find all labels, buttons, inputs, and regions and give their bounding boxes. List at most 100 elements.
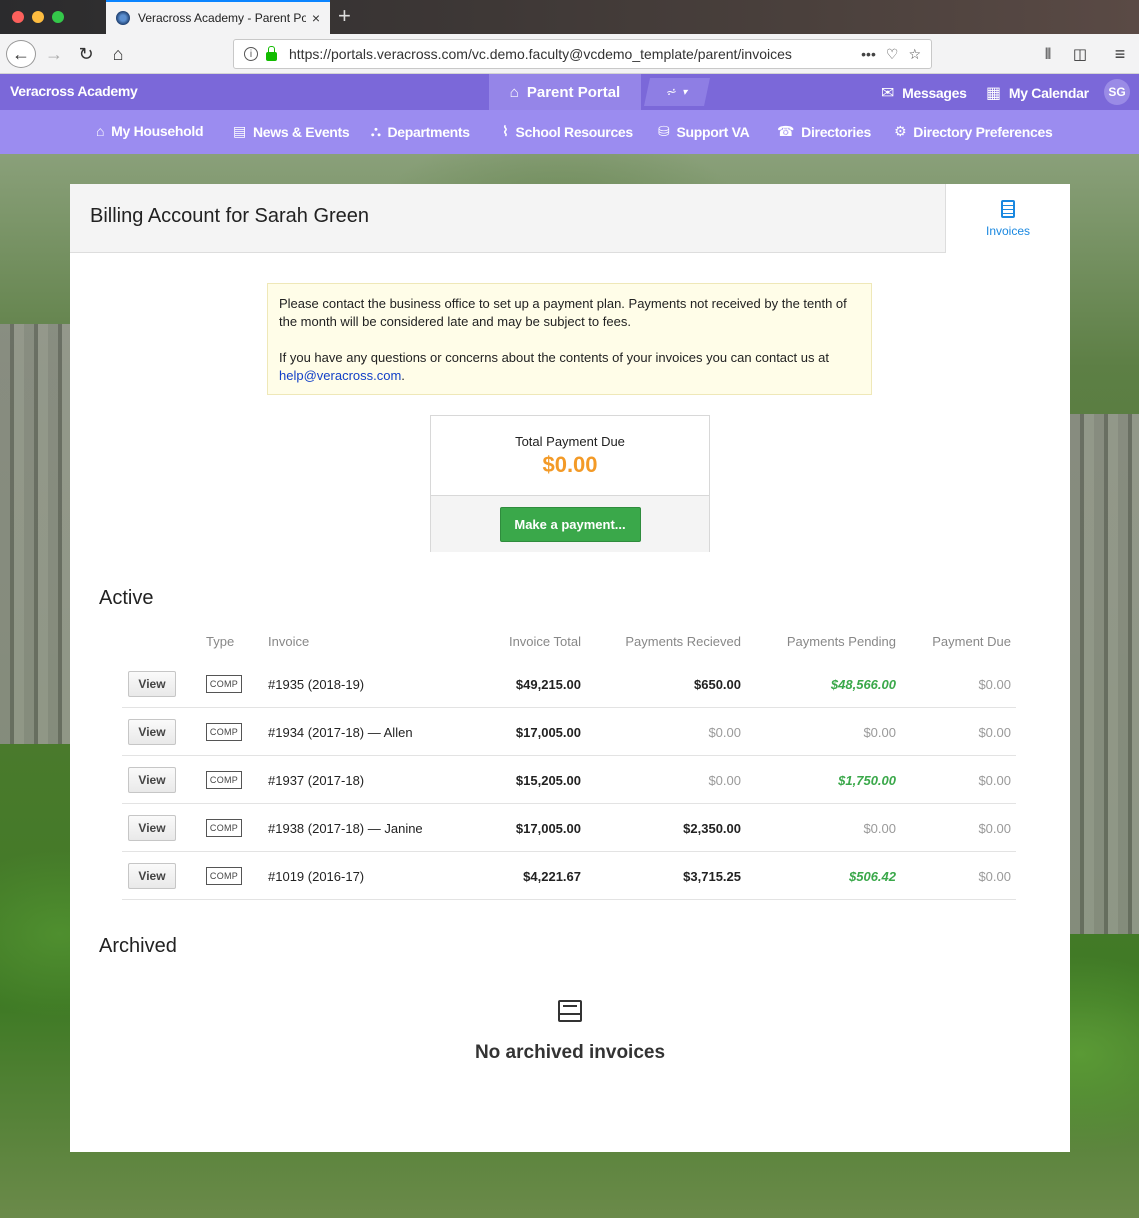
view-invoice-button[interactable]: View: [128, 719, 176, 745]
notice-paragraph-1: Please contact the business office to se…: [279, 296, 847, 329]
envelope-icon: ✉: [881, 85, 895, 102]
payments-pending: $1,750.00: [838, 773, 896, 788]
archived-heading: Archived: [99, 935, 177, 957]
header-payment-due: Payment Due: [932, 634, 1011, 649]
inbox-tray-icon: [558, 1000, 582, 1022]
browser-tab-bar: Veracross Academy - Parent Po × +: [0, 0, 1139, 34]
pocket-icon[interactable]: ♡: [886, 46, 899, 63]
new-tab-icon[interactable]: +: [338, 4, 351, 28]
address-bar[interactable]: i https://portals.veracross.com/vc.demo.…: [233, 39, 932, 69]
info-icon[interactable]: i: [244, 47, 258, 61]
view-invoice-button[interactable]: View: [128, 671, 176, 697]
reload-icon[interactable]: ↻: [74, 40, 98, 68]
url-text[interactable]: https://portals.veracross.com/vc.demo.fa…: [289, 46, 861, 62]
empty-archived-text: No archived invoices: [474, 1042, 666, 1063]
header-invoice: Invoice: [268, 634, 310, 649]
payments-pending: $0.00: [863, 821, 896, 836]
forward-arrow-icon[interactable]: →: [42, 40, 66, 68]
nav-directory-preferences[interactable]: ⚙ Directory Preferences: [894, 123, 1053, 140]
payment-summary-bottom: Make a payment...: [431, 496, 709, 552]
chevron-down-icon: ▾: [681, 86, 690, 98]
sidebar-toggle-icon[interactable]: ◫: [1068, 40, 1092, 68]
home-icon[interactable]: ⌂: [106, 40, 130, 68]
lock-icon: [266, 45, 277, 61]
header-type: Type: [206, 634, 235, 649]
library-icon[interactable]: ⫴: [1036, 40, 1060, 68]
invoice-name: #1934 (2017-18) — Allen: [268, 725, 413, 740]
gear-icon: ⚙: [894, 123, 907, 139]
payments-received: $650.00: [694, 677, 741, 692]
nav-label: My Household: [111, 123, 204, 139]
payments-pending: $506.42: [849, 869, 896, 884]
invoice-type-badge: COMP: [206, 675, 242, 693]
invoice-name: #1019 (2016-17): [268, 869, 365, 884]
nav-directories[interactable]: ☎ Directories: [777, 123, 871, 140]
nav-school-resources[interactable]: ⌇ School Resources: [502, 123, 633, 140]
nav-departments[interactable]: ⛬ Departments: [371, 123, 470, 140]
nav-label: Support VA: [676, 123, 750, 140]
billing-notice: Please contact the business office to se…: [267, 283, 872, 395]
invoice-type-badge: COMP: [206, 867, 242, 885]
portal-name: Parent Portal: [526, 83, 621, 101]
bookmark-star-icon[interactable]: ☆: [908, 46, 921, 63]
invoices-tab[interactable]: Invoices: [946, 184, 1070, 253]
calendar-icon: ▦: [986, 85, 1001, 102]
parent-portal-tab[interactable]: ⌂ Parent Portal: [489, 74, 641, 110]
payments-received: $0.00: [708, 725, 741, 740]
header-payments-received: Payments Recieved: [625, 634, 741, 649]
notice-end: .: [401, 368, 405, 383]
invoice-name: #1938 (2017-18) — Janine: [268, 821, 423, 836]
nav-support-va[interactable]: ⛁ Support VA: [658, 123, 750, 140]
back-arrow-icon[interactable]: ←: [6, 40, 36, 68]
table-row: View COMP #1934 (2017-18) — Allen $17,00…: [122, 708, 1016, 756]
invoice-total: $49,215.00: [515, 677, 581, 692]
avatar[interactable]: SG: [1104, 79, 1130, 105]
view-invoice-button[interactable]: View: [128, 863, 176, 889]
more-actions-icon[interactable]: •••: [861, 46, 876, 62]
payment-due: $0.00: [978, 773, 1011, 788]
header-payments-pending: Payments Pending: [786, 634, 896, 649]
calendar-link[interactable]: ▦ My Calendar: [986, 83, 1089, 103]
payment-due: $0.00: [978, 821, 1011, 836]
portal-header: Veracross Academy ⌂ Parent Portal ⩫ ▾ ✉ …: [0, 74, 1139, 110]
invoice-type-badge: COMP: [206, 723, 242, 741]
home-icon: ⌂: [509, 83, 519, 101]
nav-label: News & Events: [252, 123, 350, 140]
payment-summary-top: Total Payment Due $0.00: [431, 416, 709, 496]
browser-tab[interactable]: Veracross Academy - Parent Po ×: [106, 0, 330, 34]
invoice-total: $17,005.00: [515, 821, 581, 836]
minimize-window-button[interactable]: [32, 11, 44, 23]
browser-toolbar: ← → ↻ ⌂ i https://portals.veracross.com/…: [0, 34, 1139, 74]
zoom-window-button[interactable]: [52, 11, 64, 23]
view-invoice-button[interactable]: View: [128, 767, 176, 793]
nav-news-events[interactable]: ▤ News & Events: [233, 123, 350, 140]
payment-due: $0.00: [978, 869, 1011, 884]
school-name[interactable]: Veracross Academy: [10, 83, 138, 99]
menu-icon[interactable]: ≡: [1108, 40, 1132, 68]
invoice-table-header: Type Invoice Invoice Total Payments Reci…: [122, 634, 1016, 649]
checklist-icon: [1001, 199, 1015, 218]
make-payment-button[interactable]: Make a payment...: [499, 506, 641, 542]
invoice-total: $15,205.00: [515, 773, 581, 788]
billing-card: Billing Account for Sarah Green Invoices…: [70, 184, 1070, 1152]
portal-switcher[interactable]: ⩫ ▾: [644, 78, 710, 106]
table-row: View COMP #1938 (2017-18) — Janine $17,0…: [122, 804, 1016, 852]
invoice-total: $17,005.00: [515, 725, 581, 740]
nav-label: Directories: [801, 123, 871, 140]
nav-my-household[interactable]: ⌂ My Household: [96, 123, 204, 139]
help-email-link[interactable]: help@veracross.com: [279, 368, 401, 383]
messages-link[interactable]: ✉ Messages: [881, 83, 967, 103]
table-row: View COMP #1019 (2016-17) $4,221.67 $3,7…: [122, 852, 1016, 900]
close-window-button[interactable]: [12, 11, 24, 23]
notice-text: If you have any questions or concerns ab…: [279, 350, 829, 365]
coins-icon: ⛁: [658, 123, 670, 139]
payment-due: $0.00: [978, 725, 1011, 740]
paperclip-icon: ⌇: [502, 123, 509, 139]
close-tab-icon[interactable]: ×: [312, 10, 320, 26]
view-invoice-button[interactable]: View: [128, 815, 176, 841]
messages-label: Messages: [902, 85, 967, 101]
payment-summary: Total Payment Due $0.00 Make a payment..…: [430, 415, 710, 552]
invoice-total: $4,221.67: [523, 869, 581, 884]
payment-due: $0.00: [978, 677, 1011, 692]
header-invoice-total: Invoice Total: [508, 634, 581, 649]
